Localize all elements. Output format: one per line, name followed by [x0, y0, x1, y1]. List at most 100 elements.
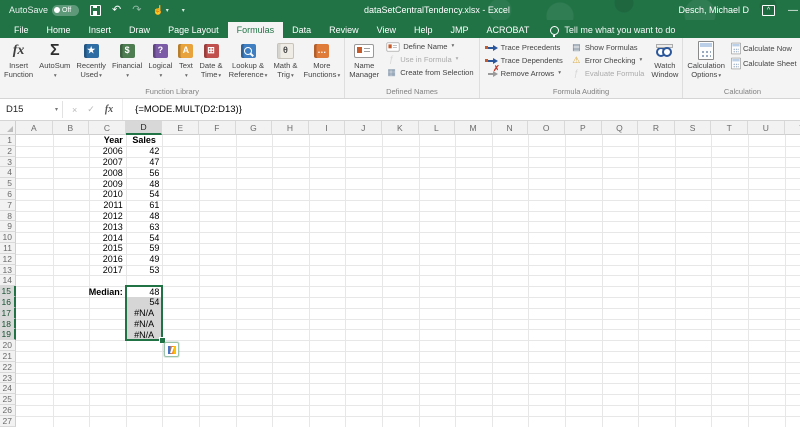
- column-header-a[interactable]: A: [16, 121, 53, 135]
- cell-C4[interactable]: 2008: [89, 167, 126, 178]
- date-time-button[interactable]: ⊞Date &Time▾: [196, 38, 225, 86]
- row-header-5[interactable]: 5: [0, 178, 16, 189]
- insert-function-button[interactable]: fxInsertFunction: [1, 38, 36, 86]
- row-header-26[interactable]: 26: [0, 405, 16, 416]
- cell-D8[interactable]: 48: [126, 211, 163, 222]
- cell-C12[interactable]: 2016: [89, 254, 126, 265]
- column-header-p[interactable]: P: [565, 121, 602, 135]
- minimize-button[interactable]: —: [788, 5, 798, 16]
- tab-file[interactable]: File: [5, 22, 38, 38]
- column-header-s[interactable]: S: [675, 121, 712, 135]
- watch-window-button[interactable]: WatchWindow: [648, 38, 681, 86]
- cell-D1[interactable]: Sales: [126, 135, 163, 146]
- insert-function-icon[interactable]: fx: [105, 104, 113, 115]
- row-header-11[interactable]: 11: [0, 243, 16, 254]
- recently-used-button[interactable]: ★RecentlyUsed▾: [73, 38, 109, 86]
- quick-analysis-button[interactable]: [164, 342, 179, 357]
- name-box[interactable]: D15 ▾: [0, 99, 62, 120]
- row-header-4[interactable]: 4: [0, 167, 16, 178]
- row-header-27[interactable]: 27: [0, 416, 16, 427]
- customize-qat-button[interactable]: ▾: [180, 7, 185, 14]
- row-header-21[interactable]: 21: [0, 351, 16, 362]
- autosum-button[interactable]: ΣAutoSum▾: [36, 38, 73, 86]
- cell-C11[interactable]: 2015: [89, 243, 126, 254]
- column-header-t[interactable]: T: [711, 121, 748, 135]
- cell-D9[interactable]: 63: [126, 221, 163, 232]
- select-all-button[interactable]: [0, 121, 16, 135]
- row-header-15[interactable]: 15: [0, 286, 16, 297]
- column-header-g[interactable]: G: [236, 121, 273, 135]
- show-formulas-button[interactable]: ▤Show Formulas: [571, 43, 645, 52]
- financial-button[interactable]: $Financial▾: [109, 38, 145, 86]
- cell-D11[interactable]: 59: [126, 243, 163, 254]
- calculate-now-button[interactable]: Calculate Now: [732, 43, 797, 54]
- chevron-down-icon[interactable]: ▾: [55, 106, 58, 113]
- column-header-o[interactable]: O: [528, 121, 565, 135]
- worksheet-grid[interactable]: ABCDEFGHIJKLMNOPQRSTUV123456789101112131…: [0, 121, 800, 427]
- column-header-m[interactable]: M: [455, 121, 492, 135]
- use-in-formula-button[interactable]: ƒUse in Formula▾: [386, 55, 473, 64]
- row-header-20[interactable]: 20: [0, 340, 16, 351]
- more-functions-button[interactable]: …MoreFunctions▾: [301, 38, 344, 86]
- touch-mouse-mode-button[interactable]: ☝▾: [152, 6, 168, 15]
- cell-C9[interactable]: 2013: [89, 221, 126, 232]
- cell-C5[interactable]: 2009: [89, 178, 126, 189]
- column-header-l[interactable]: L: [419, 121, 456, 135]
- cell-D3[interactable]: 47: [126, 157, 163, 168]
- cell-C13[interactable]: 2017: [89, 265, 126, 276]
- tab-data[interactable]: Data: [283, 22, 320, 38]
- row-header-18[interactable]: 18: [0, 319, 16, 330]
- row-header-17[interactable]: 17: [0, 308, 16, 319]
- calculation-options-button[interactable]: CalculationOptions▾: [684, 38, 728, 86]
- row-header-25[interactable]: 25: [0, 394, 16, 405]
- row-header-10[interactable]: 10: [0, 232, 16, 243]
- cell-D7[interactable]: 61: [126, 200, 163, 211]
- row-header-1[interactable]: 1: [0, 135, 16, 146]
- undo-button[interactable]: ↶: [112, 5, 121, 16]
- math-trig-button[interactable]: θMath &Trig▾: [270, 38, 300, 86]
- tab-help[interactable]: Help: [405, 22, 442, 38]
- column-header-h[interactable]: H: [272, 121, 309, 135]
- row-header-12[interactable]: 12: [0, 254, 16, 265]
- cell-C1[interactable]: Year: [89, 135, 126, 146]
- create-from-selection-button[interactable]: ▦Create from Selection: [386, 68, 473, 77]
- row-header-3[interactable]: 3: [0, 157, 16, 168]
- tell-me-box[interactable]: Tell me what you want to do: [550, 22, 675, 38]
- save-button[interactable]: [90, 5, 101, 16]
- row-header-24[interactable]: 24: [0, 383, 16, 394]
- row-header-13[interactable]: 13: [0, 265, 16, 276]
- autosave-toggle[interactable]: AutoSave Off: [9, 5, 79, 16]
- tab-review[interactable]: Review: [320, 22, 368, 38]
- row-header-16[interactable]: 16: [0, 297, 16, 308]
- tab-draw[interactable]: Draw: [120, 22, 159, 38]
- column-header-e[interactable]: E: [162, 121, 199, 135]
- tab-home[interactable]: Home: [38, 22, 80, 38]
- cell-D10[interactable]: 54: [126, 232, 163, 243]
- cell-C6[interactable]: 2010: [89, 189, 126, 200]
- evaluate-formula-button[interactable]: ƒEvaluate Formula: [571, 69, 645, 78]
- row-header-2[interactable]: 2: [0, 146, 16, 157]
- name-manager-button[interactable]: NameManager: [346, 38, 382, 86]
- tab-jmp[interactable]: JMP: [442, 22, 478, 38]
- cell-C2[interactable]: 2006: [89, 146, 126, 157]
- trace-precedents-button[interactable]: Trace Precedents: [485, 43, 563, 52]
- column-header-b[interactable]: B: [53, 121, 90, 135]
- column-header-j[interactable]: J: [345, 121, 382, 135]
- cell-D4[interactable]: 56: [126, 167, 163, 178]
- cell-D13[interactable]: 53: [126, 265, 163, 276]
- row-header-23[interactable]: 23: [0, 373, 16, 384]
- cell-D12[interactable]: 49: [126, 254, 163, 265]
- row-header-7[interactable]: 7: [0, 200, 16, 211]
- column-header-r[interactable]: R: [638, 121, 675, 135]
- formula-input[interactable]: {=MODE.MULT(D2:D13)}: [123, 99, 800, 120]
- tab-formulas[interactable]: Formulas: [228, 22, 284, 38]
- column-header-i[interactable]: I: [309, 121, 346, 135]
- ribbon-display-options-button[interactable]: ^: [762, 5, 775, 16]
- column-header-c[interactable]: C: [89, 121, 126, 135]
- define-name-button[interactable]: Define Name▾: [386, 43, 473, 51]
- row-header-14[interactable]: 14: [0, 275, 16, 286]
- cell-C7[interactable]: 2011: [89, 200, 126, 211]
- column-header-q[interactable]: Q: [602, 121, 639, 135]
- cell-D5[interactable]: 48: [126, 178, 163, 189]
- error-checking-button[interactable]: ⚠Error Checking▾: [571, 56, 645, 65]
